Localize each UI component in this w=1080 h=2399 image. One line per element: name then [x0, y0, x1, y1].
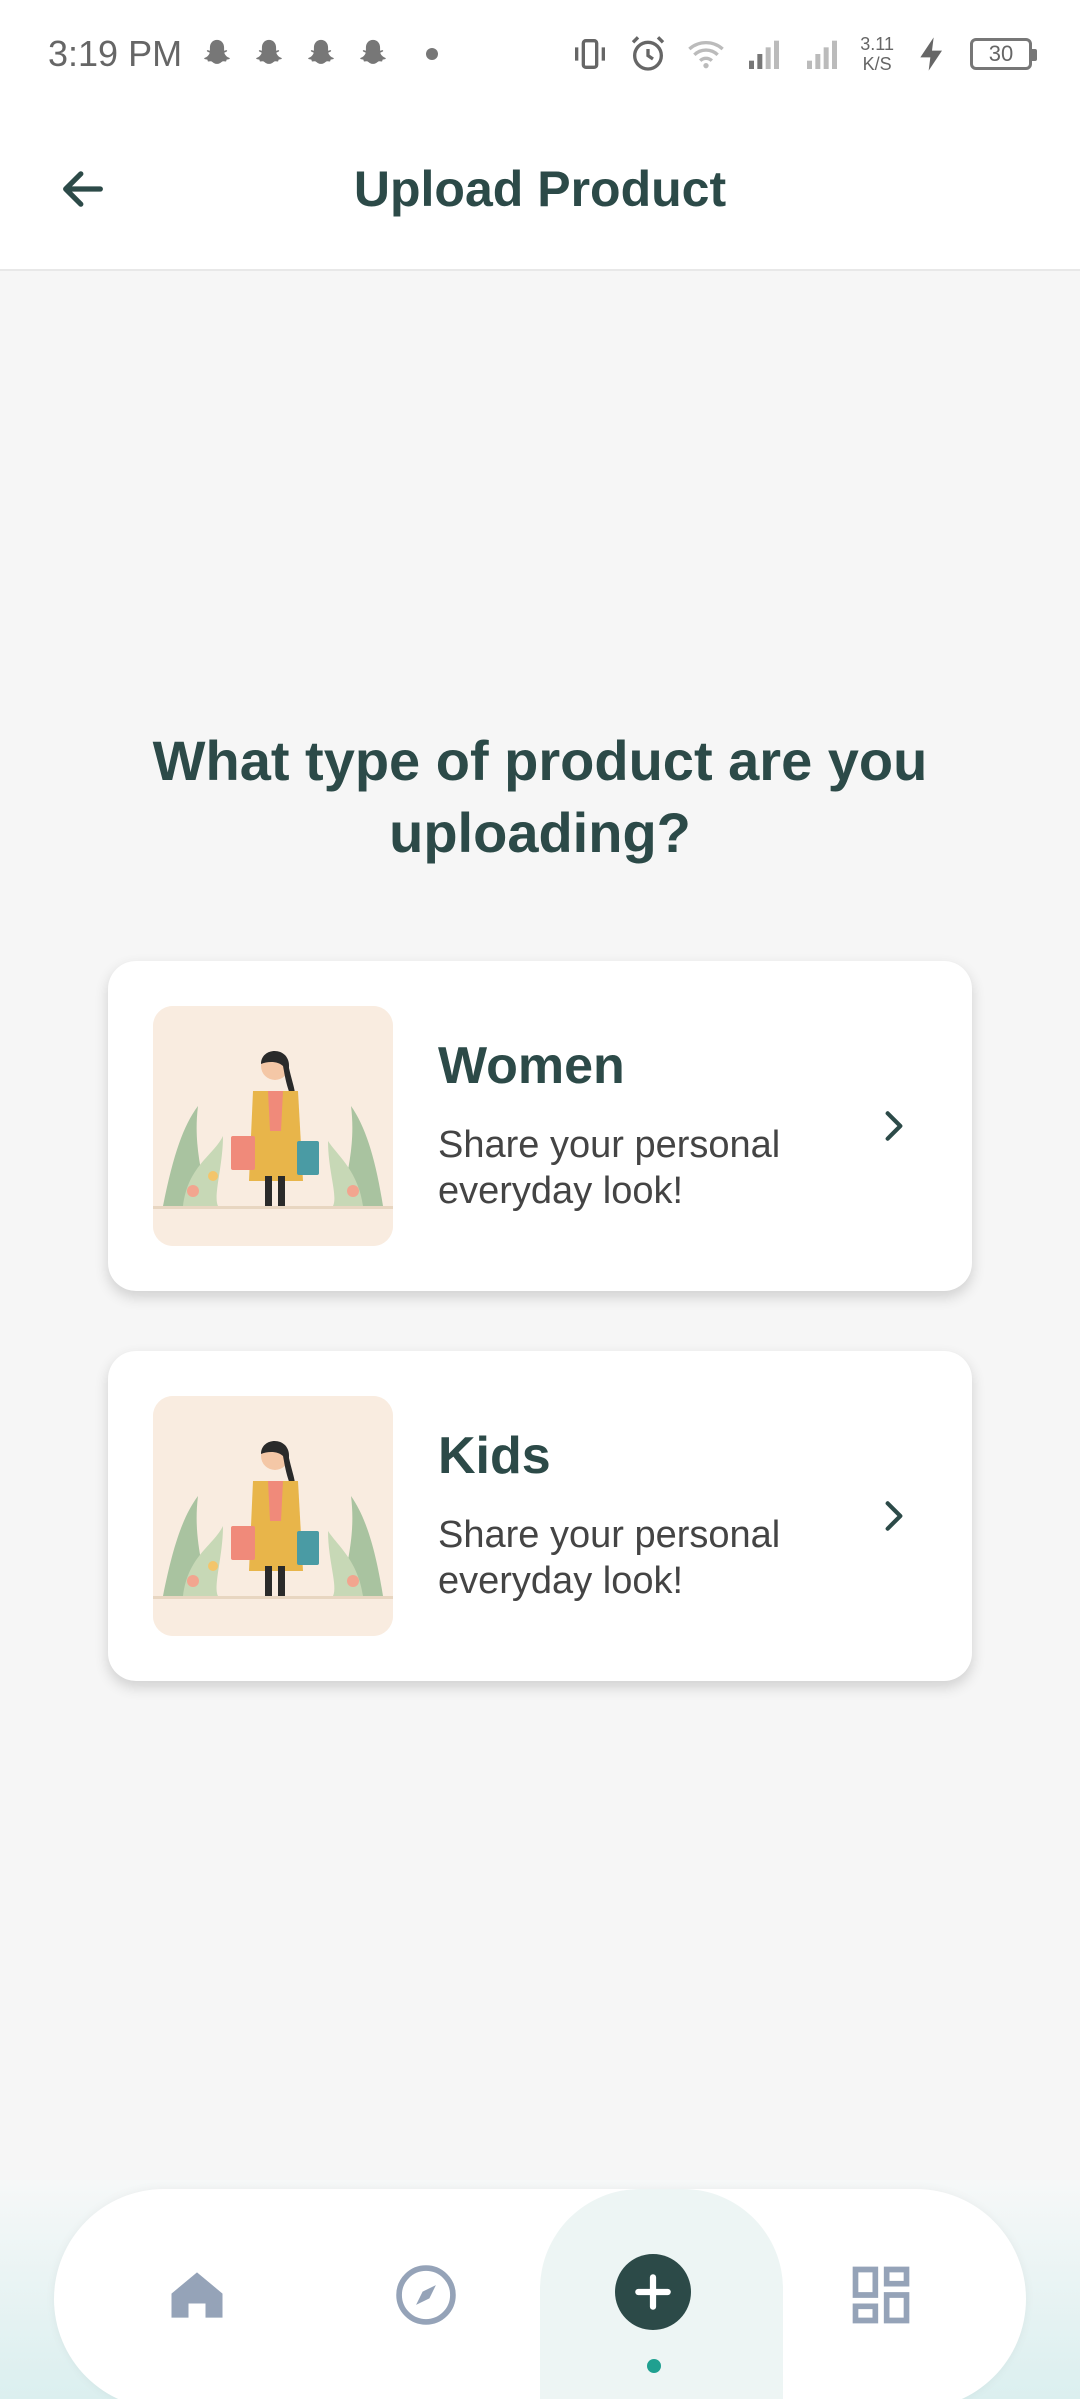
- status-bar: 3:19 PM 3.11 K/S 30: [0, 0, 1080, 108]
- nav-explore[interactable]: [381, 2240, 471, 2350]
- app-header: Upload Product: [0, 108, 1080, 271]
- nav-dashboard[interactable]: [836, 2240, 926, 2350]
- chevron-right-icon: [874, 1496, 914, 1536]
- home-icon: [171, 2272, 223, 2318]
- signal-icon: [807, 40, 838, 69]
- battery-level: 30: [988, 41, 1014, 66]
- wifi-icon: [688, 41, 725, 69]
- option-description: Share your personal everyday look!: [438, 1124, 781, 1212]
- notification-dot-icon: [426, 48, 439, 60]
- option-card-women[interactable]: Women Share your personal everyday look!: [108, 961, 972, 1291]
- snapchat-icon: [360, 39, 386, 64]
- network-speed: 3.11 K/S: [860, 34, 894, 74]
- plus-icon: [635, 2274, 671, 2310]
- woman-shopping-illustration: [153, 1006, 393, 1246]
- charging-icon: [920, 37, 942, 71]
- compass-icon: [396, 2265, 456, 2325]
- question-heading: What type of product are you uploading?: [152, 729, 928, 864]
- alarm-icon: [632, 36, 665, 71]
- signal-icon: [749, 40, 780, 69]
- nav-add[interactable]: [615, 2254, 691, 2330]
- battery-icon: 30: [970, 38, 1037, 70]
- option-card-text: Kids Share your personal everyday look!: [438, 1426, 858, 1604]
- woman-shopping-illustration: [153, 1396, 393, 1636]
- arrow-left-icon: [63, 170, 103, 207]
- snapchat-icon: [256, 39, 282, 64]
- vibrate-icon: [575, 39, 606, 69]
- chevron-right-icon: [874, 1106, 914, 1146]
- network-speed-value: 3.11: [860, 34, 894, 54]
- status-time: 3:19 PM: [48, 33, 183, 74]
- option-card-kids[interactable]: Kids Share your personal everyday look!: [108, 1351, 972, 1681]
- snapchat-icon: [308, 39, 334, 64]
- snapchat-icon: [204, 39, 230, 64]
- option-description: Share your personal everyday look!: [438, 1514, 781, 1602]
- option-title: Women: [438, 1037, 625, 1095]
- option-title: Kids: [438, 1427, 551, 1485]
- active-indicator-dot: [647, 2359, 661, 2373]
- option-card-text: Women Share your personal everyday look!: [438, 1036, 858, 1214]
- network-speed-unit: K/S: [862, 54, 892, 74]
- back-button[interactable]: [48, 154, 118, 224]
- dashboard-icon: [852, 2266, 910, 2324]
- page-title: Upload Product: [353, 160, 727, 217]
- nav-home[interactable]: [152, 2240, 242, 2350]
- status-right: 3.11 K/S 30: [570, 34, 1037, 74]
- status-left: 3:19 PM: [48, 33, 439, 75]
